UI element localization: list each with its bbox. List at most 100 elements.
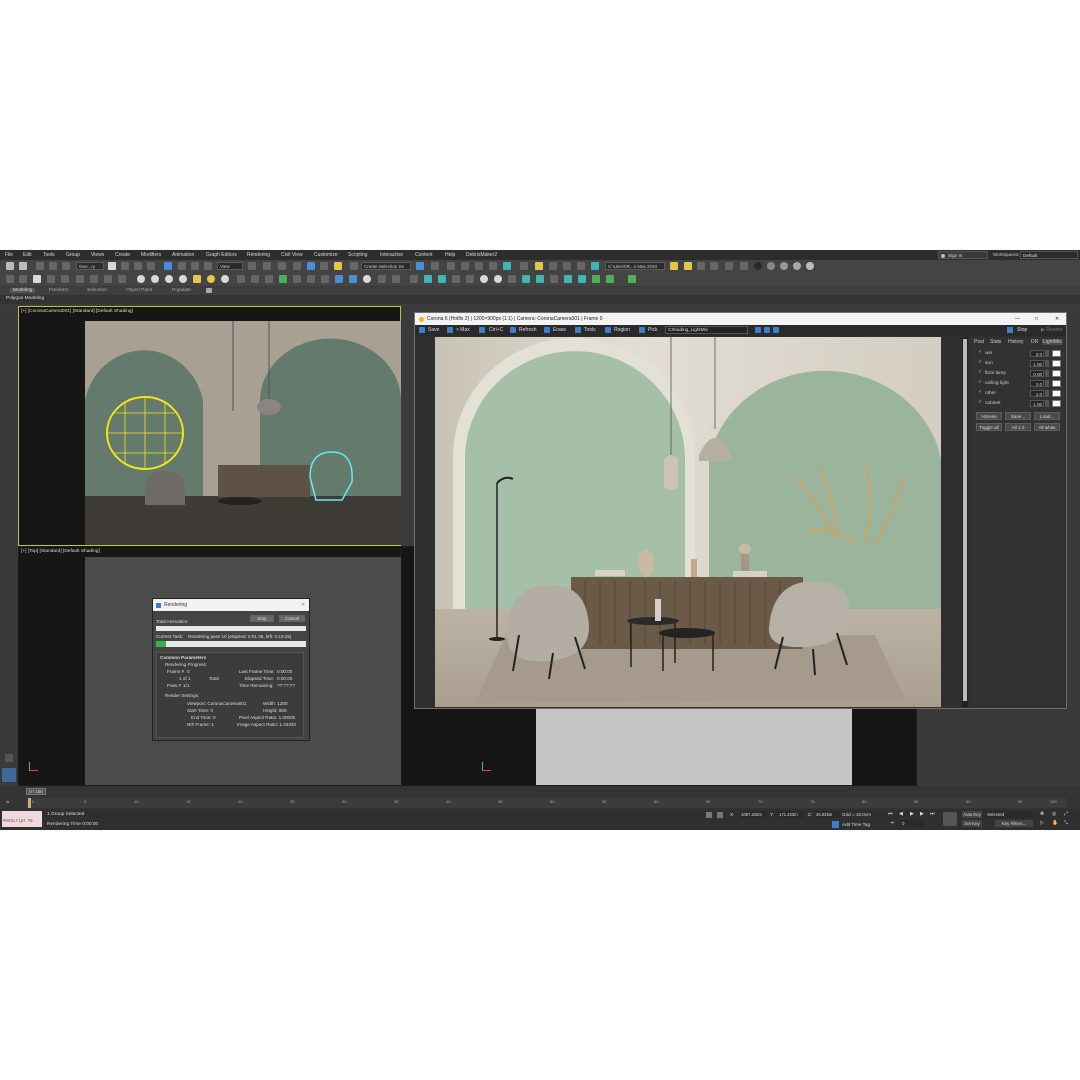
field-of-view-icon[interactable]: ▷	[1040, 820, 1044, 826]
cylinder-icon[interactable]	[47, 275, 55, 283]
spinner-icon[interactable]	[1045, 380, 1049, 387]
viewport-layout-icon[interactable]	[2, 768, 16, 782]
vfb-stop-button[interactable]: Stop	[1017, 327, 1027, 333]
scale-icon[interactable]	[191, 262, 199, 270]
menu-group[interactable]: Group	[66, 252, 80, 258]
scale-object-icon[interactable]	[90, 275, 98, 283]
transform-type-in-icon[interactable]	[717, 812, 723, 818]
walkthrough-icon[interactable]: ✋	[1052, 820, 1058, 826]
white-sphere-icon[interactable]	[221, 275, 229, 283]
vfb-tools-button[interactable]: Tools	[584, 327, 596, 333]
maximize-icon[interactable]: □	[1035, 313, 1038, 325]
wire-icon[interactable]	[410, 275, 418, 283]
disk-light-icon[interactable]	[179, 275, 187, 283]
vfb-save-button[interactable]: Save	[428, 327, 439, 333]
corona-light-icon[interactable]	[207, 275, 215, 283]
vfb-region-button[interactable]: Region	[614, 327, 630, 333]
vfb-copy-button[interactable]: Ctrl+C	[489, 327, 503, 333]
asset-tracking-icon[interactable]	[710, 262, 718, 270]
tab-stats[interactable]: Stats	[990, 339, 1001, 345]
color-swatch[interactable]	[1052, 380, 1061, 387]
render-setup-icon[interactable]	[520, 262, 528, 270]
vfb-scrollbar[interactable]	[962, 337, 968, 707]
camera-icon[interactable]	[237, 275, 245, 283]
menu-scripting[interactable]: Scripting	[348, 252, 367, 258]
fur-icon[interactable]	[522, 275, 530, 283]
lightmix-save-button[interactable]: Save...	[1005, 412, 1031, 420]
zoom-in-icon[interactable]	[755, 327, 761, 333]
decal-icon[interactable]	[293, 275, 301, 283]
tab-lightmix[interactable]: LightMix	[1042, 339, 1063, 345]
checkbox-icon[interactable]: ✓	[978, 350, 982, 355]
render-cloud-icon[interactable]	[591, 262, 599, 270]
percent-snap-icon[interactable]	[320, 262, 328, 270]
place-icon[interactable]	[204, 262, 212, 270]
image-editor-icon[interactable]	[392, 275, 400, 283]
dialog-close-icon[interactable]: ✕	[301, 599, 305, 611]
zoom-out-icon[interactable]	[764, 327, 770, 333]
camera-viewport-label[interactable]: [+] [CoronaCamera001] [Standard] [Defaul…	[21, 309, 133, 314]
material-editor-icon[interactable]	[503, 262, 511, 270]
tab-post[interactable]: Post	[974, 339, 984, 345]
slicer-icon[interactable]	[321, 275, 329, 283]
stop-render-button[interactable]: Stop	[250, 615, 274, 622]
tab-selection[interactable]: Selection	[87, 288, 107, 293]
key-filters-button[interactable]: Key Filters...	[995, 820, 1033, 827]
color-swatch[interactable]	[1052, 400, 1061, 407]
plugin-icon[interactable]	[725, 262, 733, 270]
layer-explorer-icon[interactable]	[447, 262, 455, 270]
proxy-icon[interactable]	[251, 275, 259, 283]
pattern-icon[interactable]	[279, 275, 287, 283]
lightmix-intensity[interactable]: 1.00	[1030, 360, 1044, 367]
torus-icon[interactable]	[76, 275, 84, 283]
gray-sphere3-icon[interactable]	[793, 262, 801, 270]
sphere-light-icon[interactable]	[165, 275, 173, 283]
rotate-icon[interactable]	[178, 262, 186, 270]
zoom-fit-icon[interactable]	[773, 327, 779, 333]
spinner-icon[interactable]	[1045, 370, 1049, 377]
color-swatch[interactable]	[1052, 350, 1061, 357]
bind-space-warp-icon[interactable]	[62, 262, 70, 270]
next-frame-icon[interactable]: ▶	[920, 811, 924, 817]
spinner-icon[interactable]	[1045, 350, 1049, 357]
align-icon[interactable]	[431, 262, 439, 270]
pan-view-icon[interactable]: ✥	[1040, 811, 1044, 817]
to-scene-button[interactable]: >Scene	[976, 412, 1002, 420]
z-coordinate-field[interactable]: 35.925m	[815, 811, 839, 818]
select-manipulate-icon[interactable]	[263, 262, 271, 270]
project-folder-dropdown[interactable]: C:\Users\R...s Max 2020	[605, 262, 665, 270]
tab-dr[interactable]: DR	[1031, 339, 1038, 345]
menu-modifiers[interactable]: Modifiers	[141, 252, 161, 258]
lightmix-load-button[interactable]: Load...	[1034, 412, 1060, 420]
lock-selection-icon[interactable]	[706, 812, 712, 818]
spinner-icon[interactable]	[1045, 390, 1049, 397]
gray-sphere2-icon[interactable]	[780, 262, 788, 270]
sun-icon[interactable]	[193, 275, 201, 283]
minimize-icon[interactable]: —	[1015, 313, 1020, 325]
rectangular-selection-icon[interactable]	[134, 262, 142, 270]
auto-key-button[interactable]: Auto Key	[962, 811, 982, 818]
scatter-icon[interactable]	[265, 275, 273, 283]
workspaces-dropdown[interactable]: Default	[1020, 251, 1078, 259]
omni-icon[interactable]	[151, 275, 159, 283]
lightmix-intensity[interactable]: 0.00	[1030, 370, 1044, 377]
time-tag-icon[interactable]	[832, 821, 839, 828]
vfb-render-button[interactable]: ▶ Render	[1041, 327, 1063, 333]
color-swatch[interactable]	[1052, 370, 1061, 377]
railclone-icon[interactable]	[452, 275, 460, 283]
checkbox-icon[interactable]: ✓	[978, 390, 982, 395]
schematic-view-icon[interactable]	[489, 262, 497, 270]
teapot-icon[interactable]	[6, 275, 14, 283]
floor-generator-icon[interactable]	[466, 275, 474, 283]
all-one-button[interactable]: All 1.0	[1005, 423, 1031, 431]
sphere-white3-icon[interactable]	[494, 275, 502, 283]
key-mode-icon[interactable]: ⇤	[891, 820, 895, 826]
checkbox-icon[interactable]: ✓	[978, 400, 982, 405]
menu-tools[interactable]: Tools	[43, 252, 55, 258]
all-white-button[interactable]: All white	[1034, 423, 1060, 431]
set-key-icon[interactable]	[943, 812, 957, 826]
color-swatch[interactable]	[1052, 390, 1061, 397]
box-icon[interactable]	[33, 275, 41, 283]
render-production-icon[interactable]	[549, 262, 557, 270]
menu-rendering[interactable]: Rendering	[247, 252, 270, 258]
